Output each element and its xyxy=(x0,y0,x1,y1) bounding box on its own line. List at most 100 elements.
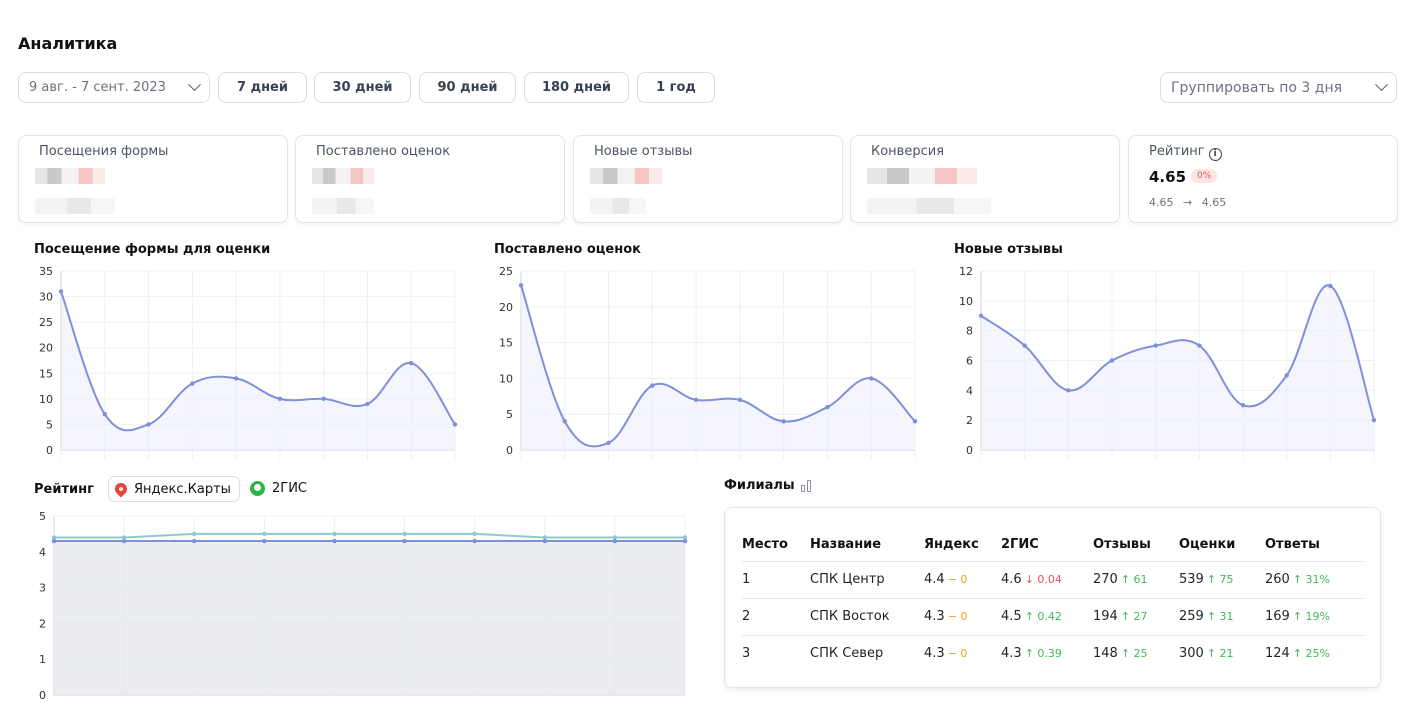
cell-reviews: 148 ↑ 25 xyxy=(1093,635,1179,672)
y-tick-label: 10 xyxy=(39,393,53,406)
cell-yandex: 4.3− 0 xyxy=(924,598,1001,636)
cell-ratings: 259 ↑ 31 xyxy=(1179,598,1265,636)
data-point xyxy=(1066,388,1071,393)
rating-value: 4.65 xyxy=(1149,168,1187,186)
value: 194 xyxy=(1093,609,1118,624)
chart-form-visits: 0 5 10 15 20 25 30 35 xyxy=(39,265,458,460)
delta: − 0 xyxy=(947,573,968,586)
period-90-days-button[interactable]: 90 дней xyxy=(419,72,516,103)
data-point xyxy=(869,376,874,381)
period-30-days-button[interactable]: 30 дней xyxy=(314,72,411,103)
delta: ↑ 75 xyxy=(1206,573,1234,586)
cell-name: СПК Восток xyxy=(810,598,924,636)
y-tick-label: 25 xyxy=(39,316,53,329)
cell-answers: 260 ↑ 31% xyxy=(1265,561,1364,599)
data-point xyxy=(51,538,57,544)
cell-2gis: 4.3 ↑ 0.39 xyxy=(1001,635,1093,672)
cell-2gis: 4.5 ↑ 0.42 xyxy=(1001,598,1093,636)
value: 300 xyxy=(1179,646,1204,662)
chart-new-reviews: 0 2 4 6 8 10 12 xyxy=(959,265,1377,460)
chart-title-reviews: Новые отзывы xyxy=(954,242,1063,257)
column-header[interactable]: Ответы xyxy=(1265,529,1364,562)
table-row[interactable]: 1 СПК Центр 4.4− 0 4.6 ↓ 0.04 270 ↑ 61 539 ↑ 75 2… xyxy=(742,561,1364,599)
chart-title-rating: Рейтинг xyxy=(34,482,94,497)
delta: − 0 xyxy=(947,647,968,661)
kpi-label: Рейтинг i xyxy=(1149,144,1222,161)
group-by-value: Группировать по 3 дня xyxy=(1171,79,1343,96)
rating-range: 4.65 → 4.65 xyxy=(1149,196,1226,209)
chart-ratings-given: 0 5 10 15 20 25 xyxy=(499,265,918,460)
blurred-subvalue xyxy=(35,198,115,214)
rating-from: 4.65 xyxy=(1149,196,1174,209)
data-point xyxy=(693,397,699,403)
date-range-value: 9 авг. - 7 сент. 2023 xyxy=(29,80,166,95)
legend-2gis-label: 2ГИС xyxy=(272,481,308,496)
y-tick-label: 20 xyxy=(39,342,53,355)
kpi-card-conversion: Конверсия xyxy=(850,135,1120,223)
table-row[interactable]: 3 СПК Север 4.3− 0 4.3 ↑ 0.39 148 ↑ 25 300 ↑ 21 1… xyxy=(742,635,1364,672)
y-tick-label: 0 xyxy=(39,689,46,702)
bar-chart-icon[interactable] xyxy=(800,479,811,492)
column-header[interactable]: Отзывы xyxy=(1093,529,1179,562)
y-tick-label: 10 xyxy=(959,295,973,308)
rating-change-badge: 0% xyxy=(1191,169,1218,183)
data-point xyxy=(192,531,197,537)
data-point xyxy=(233,376,239,381)
series-area xyxy=(54,541,685,695)
legend-yandex-toggle[interactable]: Яндекс.Карты xyxy=(108,476,240,502)
table-row[interactable]: 2 СПК Восток 4.3− 0 4.5 ↑ 0.42 194 ↑ 27 259 ↑ 31… xyxy=(742,598,1364,636)
data-point xyxy=(365,401,370,407)
kpi-card-form-visits: Посещения формы xyxy=(18,135,288,223)
kpi-card-new-reviews: Новые отзывы xyxy=(573,135,843,223)
period-7-days-button[interactable]: 7 дней xyxy=(218,72,307,103)
data-point xyxy=(452,422,458,427)
y-tick-label: 6 xyxy=(966,355,973,368)
value: 148 xyxy=(1093,646,1118,662)
column-header[interactable]: Яндекс xyxy=(924,529,1001,562)
y-tick-label: 15 xyxy=(499,337,513,350)
blurred-value xyxy=(867,168,977,184)
kpi-card-ratings-given: Поставлено оценок xyxy=(295,135,565,223)
branches-title: Филиалы xyxy=(724,478,811,493)
period-1-year-button[interactable]: 1 год xyxy=(637,72,715,103)
delta: ↑ 31 xyxy=(1206,610,1234,623)
column-header[interactable]: Название xyxy=(810,529,924,562)
blurred-subvalue xyxy=(312,198,374,214)
group-by-select[interactable]: Группировать по 3 дня xyxy=(1160,72,1397,103)
y-tick-label: 20 xyxy=(499,301,513,314)
data-point xyxy=(1240,403,1246,408)
data-point xyxy=(1153,343,1158,348)
table-header-row: Место Название Яндекс 2ГИС Отзывы Оценки… xyxy=(742,529,1364,562)
value: 124 xyxy=(1265,646,1290,662)
column-header[interactable]: Место xyxy=(742,529,810,562)
period-180-days-button[interactable]: 180 дней xyxy=(524,72,629,103)
chevron-down-icon xyxy=(1375,78,1388,92)
data-point xyxy=(912,419,918,424)
map-pin-icon xyxy=(112,480,130,498)
y-tick-label: 0 xyxy=(46,444,53,457)
y-tick-label: 5 xyxy=(506,408,513,421)
cell-place: 1 xyxy=(742,561,810,599)
date-range-select[interactable]: 9 авг. - 7 сент. 2023 xyxy=(18,72,210,103)
blurred-value xyxy=(35,168,105,184)
data-point xyxy=(1284,373,1289,378)
cell-2gis: 4.6 ↓ 0.04 xyxy=(1001,561,1093,599)
delta: ↑ 19% xyxy=(1292,610,1330,623)
legend-2gis-toggle[interactable]: 2ГИС xyxy=(250,481,307,496)
info-icon[interactable]: i xyxy=(1208,148,1222,161)
cell-place: 3 xyxy=(742,646,751,662)
chart-title-ratings: Поставлено оценок xyxy=(494,242,641,257)
branches-title-text: Филиалы xyxy=(724,478,795,493)
column-header[interactable]: 2ГИС xyxy=(1001,529,1093,562)
value: 539 xyxy=(1179,572,1204,587)
column-header[interactable]: Оценки xyxy=(1179,529,1265,562)
delta: ↑ 21 xyxy=(1206,647,1234,661)
cell-answers: 169 ↑ 19% xyxy=(1265,598,1364,636)
data-point xyxy=(518,283,524,288)
cell-yandex: 4.4− 0 xyxy=(924,561,1001,599)
rating-label: Рейтинг xyxy=(1149,144,1205,159)
value: 4.3 xyxy=(924,646,945,662)
cell-ratings: 539 ↑ 75 xyxy=(1179,561,1265,599)
value: 270 xyxy=(1093,572,1118,587)
delta: ↑ 31% xyxy=(1292,573,1330,586)
